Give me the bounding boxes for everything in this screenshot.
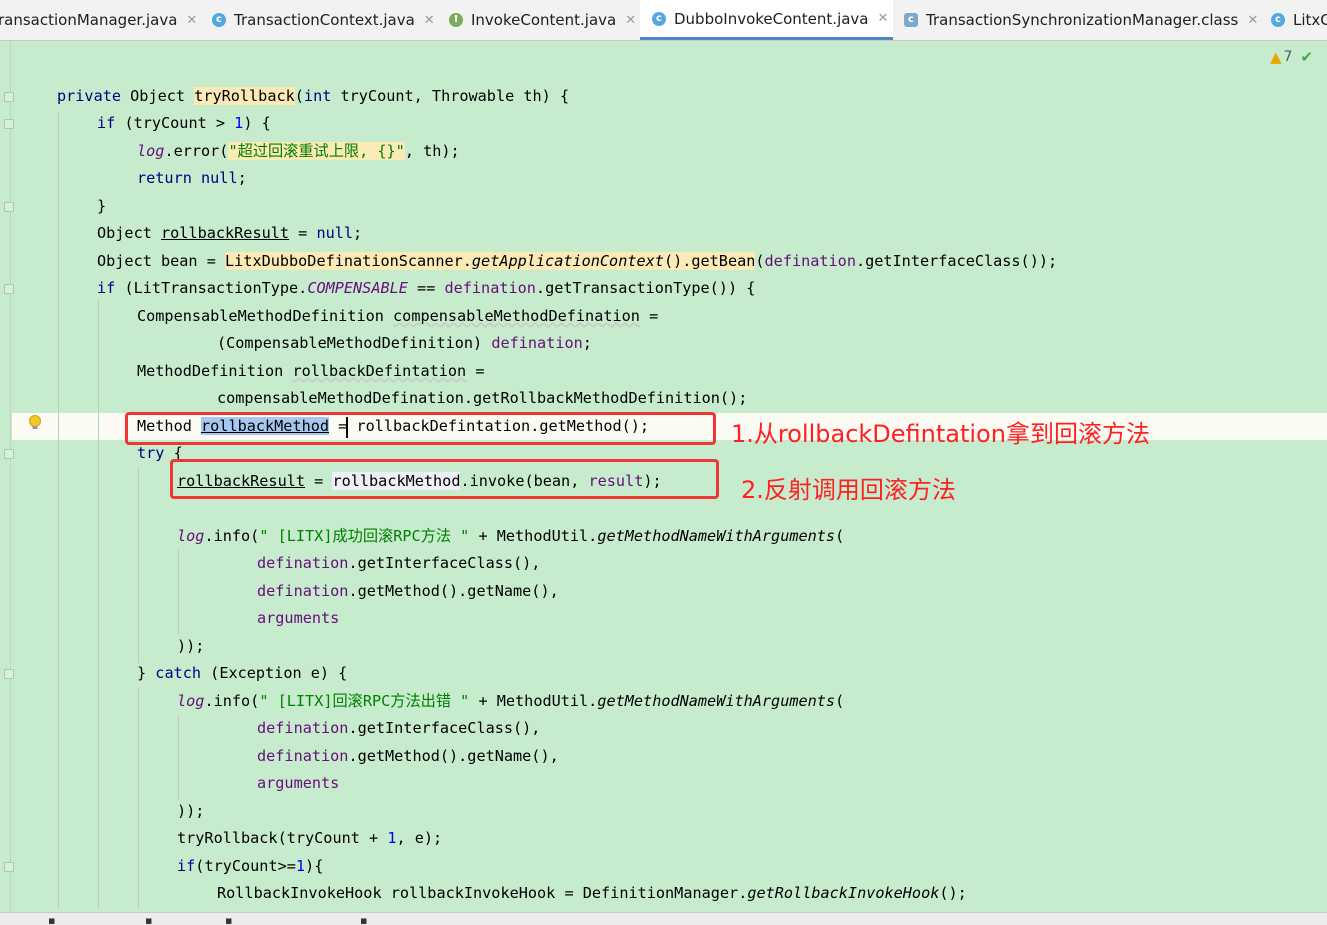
annotation-box-2 (170, 459, 719, 499)
code-line-16: log.info(" [LITX]成功回滚RPC方法 " + MethodUti… (177, 527, 845, 545)
code-line-23: defination.getInterfaceClass(), (257, 719, 541, 737)
tab-invoke-content[interactable]: I InvokeContent.java ✕ (449, 0, 636, 40)
inspection-widget[interactable]: ▲ 7 ✔ (1270, 48, 1313, 66)
fold-marker-icon[interactable] (4, 669, 14, 679)
fold-marker-icon[interactable] (4, 862, 14, 872)
editor-gutter[interactable] (0, 41, 11, 913)
fold-marker-icon[interactable] (4, 92, 14, 102)
indent-guide (178, 715, 179, 800)
code-line-19: arguments (257, 609, 340, 627)
compiled-class-icon: c (904, 13, 918, 27)
tab-transaction-synchronization-manager[interactable]: c TransactionSynchronizationManager.clas… (904, 0, 1258, 40)
warning-count: 7 (1283, 49, 1293, 65)
tab-label: InvokeContent.java (471, 11, 617, 29)
code-line-18: defination.getMethod().getName(), (257, 582, 559, 600)
code-line-11: MethodDefinition rollbackDefintation = (137, 362, 485, 380)
tab-label: TransactionSynchronizationManager.class (926, 11, 1239, 29)
code-line-9: CompensableMethodDefinition compensableM… (137, 307, 659, 325)
java-interface-icon: I (449, 13, 463, 27)
code-line-8: if (LitTransactionType.COMPENSABLE == de… (97, 279, 756, 297)
code-line-1: private Object tryRollback(int tryCount,… (57, 87, 570, 105)
close-icon[interactable]: ✕ (1247, 13, 1258, 28)
indent-guide (58, 112, 59, 908)
indent-guide (138, 468, 139, 663)
code-line-21: } catch (Exception e) { (137, 664, 348, 682)
indent-guide (138, 688, 139, 908)
method-name: tryRollback (194, 87, 295, 105)
tab-label: DubboInvokeContent.java (674, 9, 869, 28)
terminal-icon[interactable]: ▪ (48, 914, 55, 925)
code-line-26: )); (177, 802, 205, 820)
dependencies-icon[interactable]: ▪ (225, 914, 232, 925)
code-line-22: log.info(" [LITX]回滚RPC方法出错 " + MethodUti… (177, 692, 845, 710)
lightbulb-icon[interactable] (26, 414, 44, 432)
tab-transaction-manager[interactable]: ransactionManager.java ✕ (0, 0, 197, 40)
build-icon[interactable]: ▪ (145, 914, 152, 925)
code-line-24: defination.getMethod().getName(), (257, 747, 559, 765)
code-line-6: Object rollbackResult = null; (97, 224, 363, 242)
editor-tab-bar: ransactionManager.java ✕ c TransactionCo… (0, 0, 1327, 41)
code-line-29: RollbackInvokeHook rollbackInvokeHook = … (217, 884, 967, 902)
annotation-note-1: 1.从rollbackDefintation拿到回滚方法 (731, 420, 1150, 448)
code-line-20: )); (177, 637, 205, 655)
code-line-10: (CompensableMethodDefinition) defination… (217, 334, 592, 352)
tab-dubbo-invoke-content[interactable]: c DubboInvokeContent.java ✕ (640, 0, 893, 40)
annotation-box-1 (125, 412, 716, 445)
code-line-3: log.error("超过回滚重试上限, {}", th); (137, 142, 460, 160)
code-line-4: return null; (137, 169, 247, 187)
tab-label: ransactionManager.java (0, 11, 178, 29)
check-icon: ✔ (1300, 48, 1313, 66)
annotation-note-2: 2.反射调用回滚方法 (741, 476, 956, 504)
code-line-12: compensableMethodDefination.getRollbackM… (217, 389, 748, 407)
code-line-17: defination.getInterfaceClass(), (257, 554, 541, 572)
code-line-7: Object bean = LitxDubboDefinationScanner… (97, 252, 1058, 270)
tab-transaction-context[interactable]: c TransactionContext.java ✕ (212, 0, 435, 40)
fold-marker-icon[interactable] (4, 119, 14, 129)
code-line-5: } (97, 197, 107, 215)
close-icon[interactable]: ✕ (424, 13, 435, 28)
code-line-28: if(tryCount>=1){ (177, 857, 324, 875)
warning-icon: ▲ (1269, 48, 1282, 66)
fold-marker-icon[interactable] (4, 284, 14, 294)
code-line-27: tryRollback(tryCount + 1, e); (177, 829, 443, 847)
close-icon[interactable]: ✕ (878, 11, 889, 26)
fold-marker-icon[interactable] (4, 202, 14, 212)
java-class-icon: c (652, 11, 666, 26)
close-icon[interactable]: ✕ (186, 13, 197, 28)
java-class-icon: c (1271, 13, 1285, 27)
java-class-icon: c (212, 13, 226, 27)
tab-label: LitxC (1293, 11, 1327, 29)
fold-marker-icon[interactable] (4, 449, 14, 459)
code-line-2: if (tryCount > 1) { (97, 114, 271, 132)
indent-guide (98, 300, 99, 908)
code-line-25: arguments (257, 774, 340, 792)
tab-litx[interactable]: c LitxC (1271, 0, 1327, 40)
spring-icon[interactable]: ▪ (360, 914, 367, 925)
bottom-tool-strip: ▪ ▪ ▪ ▪ (0, 912, 1327, 925)
tab-label: TransactionContext.java (234, 11, 415, 29)
close-icon[interactable]: ✕ (625, 13, 636, 28)
indent-guide (178, 550, 179, 635)
